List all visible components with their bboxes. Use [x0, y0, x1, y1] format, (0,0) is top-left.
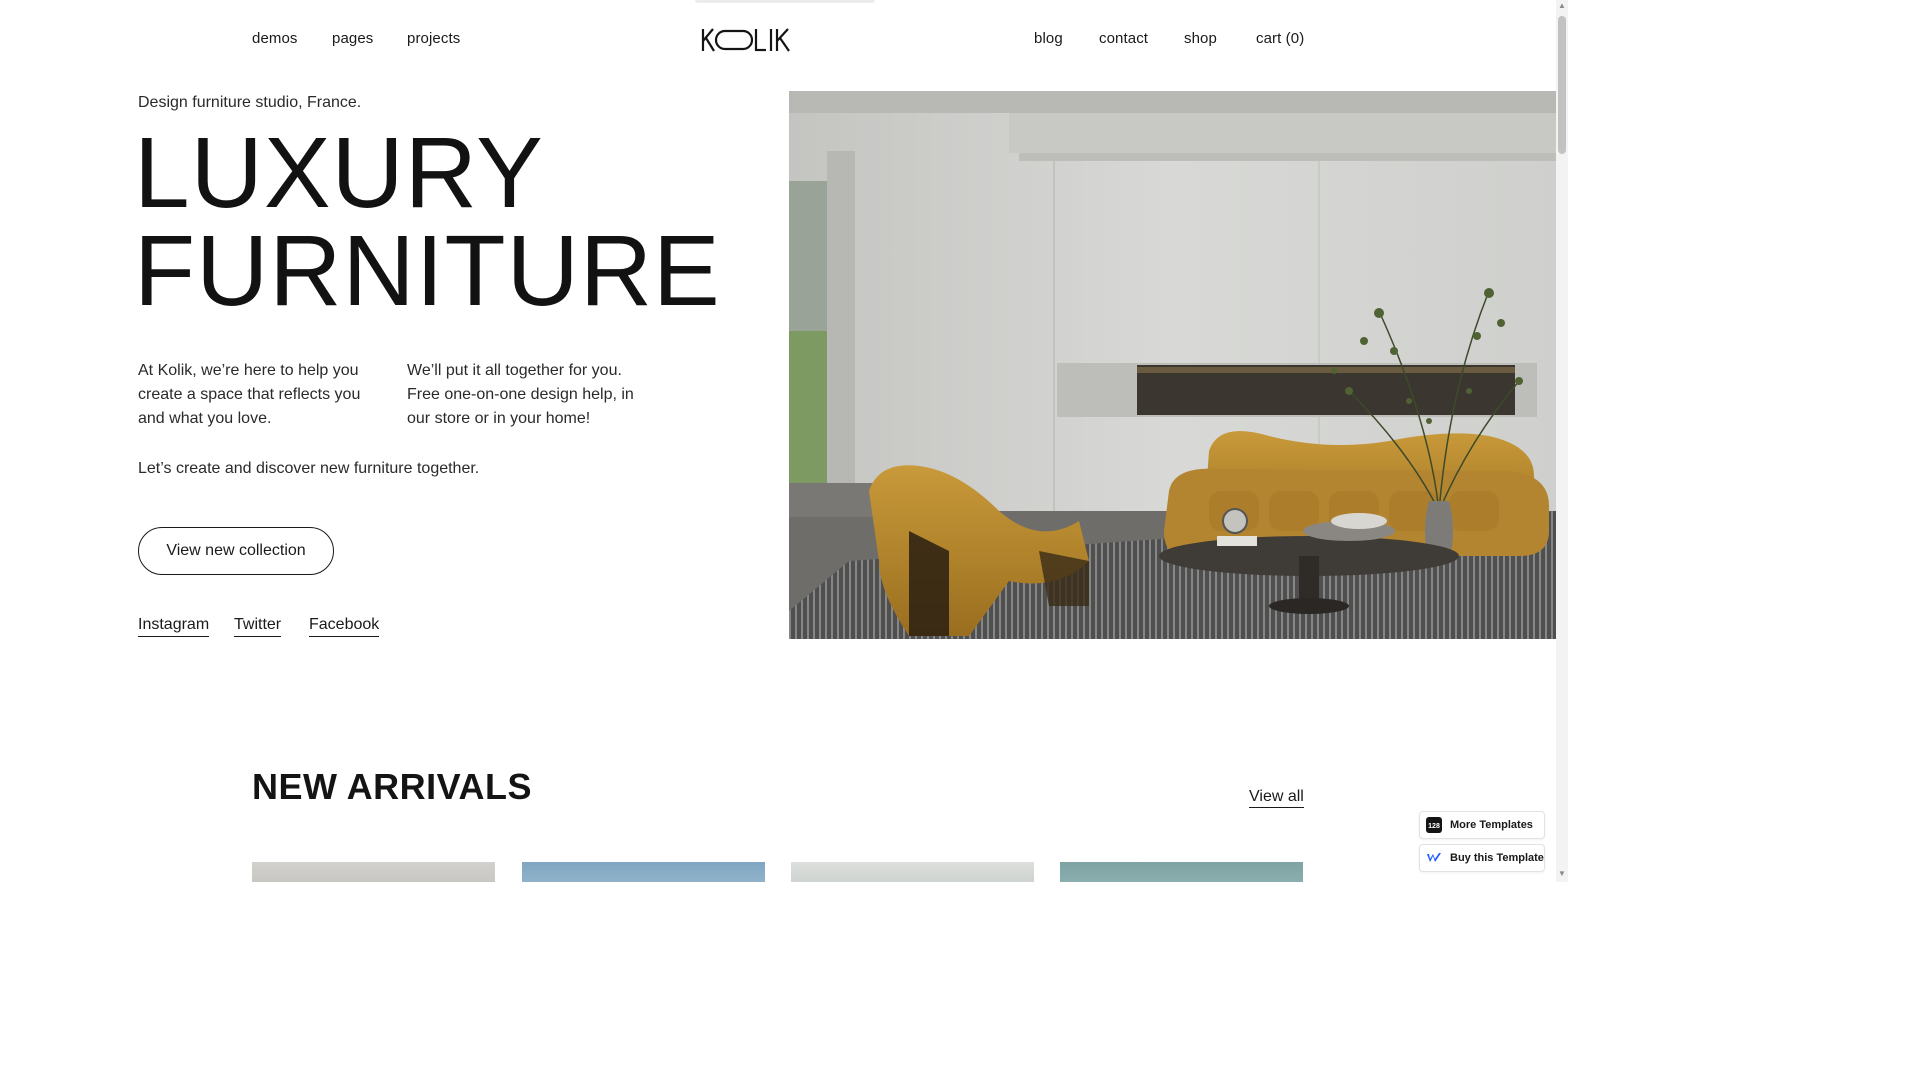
nav-shop[interactable]: shop: [1184, 30, 1217, 47]
hero-cta-text: Let’s create and discover new furniture …: [138, 460, 480, 477]
scroll-up-arrow-icon[interactable]: ▲: [1558, 2, 1566, 10]
more-templates-badge[interactable]: 128 More Templates: [1419, 811, 1545, 839]
hero-paragraph-right: We’ll put it all together for you. Free …: [407, 362, 634, 427]
logo[interactable]: [700, 26, 792, 54]
product-card-1-image[interactable]: [252, 862, 495, 882]
scroll-thumb[interactable]: [1558, 16, 1566, 154]
buy-template-badge[interactable]: Buy this Template: [1419, 844, 1545, 872]
hero-title-line-1: LUXURY: [134, 117, 544, 229]
hero-image-living-room: [789, 91, 1556, 639]
templates-icon-text: 128: [1428, 823, 1440, 830]
nav-contact[interactable]: contact: [1099, 30, 1148, 47]
webflow-icon: [1426, 850, 1442, 866]
hero-tagline: Design furniture studio, France.: [138, 94, 362, 111]
templates-icon: 128: [1426, 817, 1442, 833]
top-edge-tab: [695, 0, 875, 3]
living-room-illustration: [789, 91, 1556, 639]
page-scrollbar[interactable]: ▲ ▼: [1556, 0, 1568, 882]
product-card-3-image[interactable]: [791, 862, 1034, 882]
view-new-collection-button[interactable]: View new collection: [138, 527, 334, 575]
nav-projects[interactable]: projects: [407, 30, 460, 47]
social-link-twitter[interactable]: Twitter: [234, 616, 282, 637]
nav-blog[interactable]: blog: [1034, 30, 1063, 47]
view-all-link[interactable]: View all: [1249, 788, 1304, 808]
nav-pages[interactable]: pages: [332, 30, 373, 47]
scroll-down-arrow-icon[interactable]: ▼: [1558, 870, 1566, 878]
new-arrivals-title: NEW ARRIVALS: [252, 766, 532, 807]
product-card-4-image[interactable]: [1060, 862, 1303, 882]
nav-demos[interactable]: demos: [252, 30, 298, 47]
product-card-2-image[interactable]: [522, 862, 765, 882]
social-link-instagram[interactable]: Instagram: [138, 616, 210, 637]
more-templates-label: More Templates: [1450, 819, 1533, 831]
social-link-facebook[interactable]: Facebook: [309, 616, 380, 637]
hero-paragraph-left: At Kolik, we’re here to help you create …: [138, 362, 361, 427]
nav-cart[interactable]: cart (0): [1256, 30, 1304, 47]
kolik-logo-mark: [701, 28, 790, 52]
hero-title-line-2: FURNITURE: [134, 215, 721, 327]
buy-template-label: Buy this Template: [1450, 852, 1544, 864]
hero-title: LUXURY FURNITURE: [134, 117, 721, 327]
